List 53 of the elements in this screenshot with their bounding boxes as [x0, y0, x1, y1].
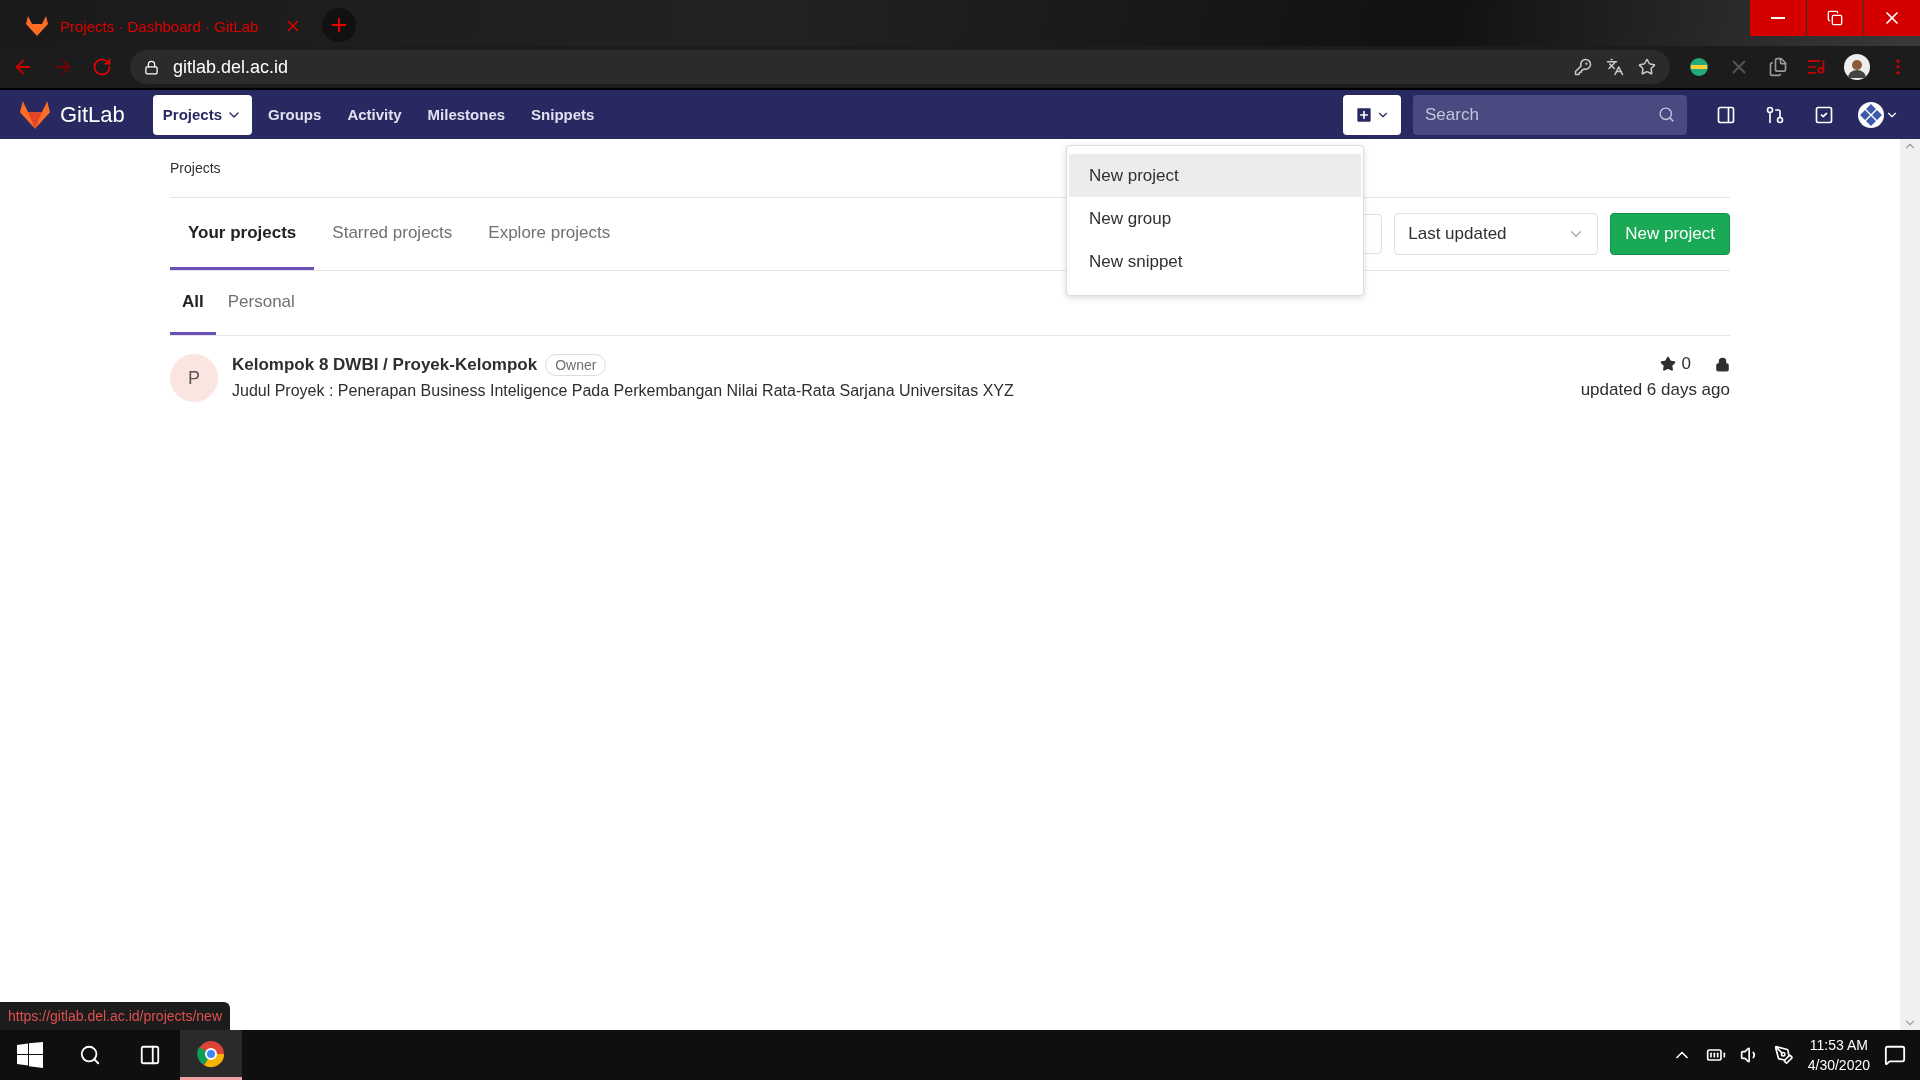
- translate-icon[interactable]: [1606, 58, 1624, 76]
- status-url: https://gitlab.del.ac.id/projects/new: [0, 1002, 230, 1030]
- projects-tab[interactable]: Starred projects: [314, 198, 471, 270]
- breadcrumb[interactable]: Projects: [170, 160, 221, 176]
- nav-link[interactable]: Milestones: [417, 94, 516, 135]
- nav-link[interactable]: Projects: [152, 94, 253, 135]
- star-count: 0: [1681, 354, 1691, 374]
- filter-tab[interactable]: All: [170, 271, 216, 335]
- panel-icon: [1715, 104, 1736, 125]
- clock-date: 4/30/2020: [1807, 1056, 1870, 1075]
- updated-time: updated 6 days ago: [1580, 380, 1730, 400]
- task-view-icon: [139, 1044, 161, 1066]
- project-name[interactable]: Kelompok 8 DWBI / Proyek-Kelompok: [232, 355, 538, 375]
- fox-logo-icon[interactable]: [20, 100, 50, 129]
- nav-link[interactable]: Activity: [337, 94, 412, 135]
- playlist-icon[interactable]: [1806, 57, 1826, 77]
- filter-tab[interactable]: Personal: [215, 271, 307, 335]
- browser-taskbar-button[interactable]: [180, 1030, 242, 1080]
- projects-tab[interactable]: Explore projects: [470, 198, 629, 270]
- tab-title: Projects · Dashboard · GitLab: [60, 17, 260, 35]
- windows-logo-icon: [17, 1042, 43, 1068]
- project-avatar: P: [170, 354, 218, 402]
- fox-logo-icon: [26, 16, 48, 36]
- new-dropdown-button[interactable]: [1343, 94, 1401, 135]
- pen-icon[interactable]: [1773, 1045, 1794, 1065]
- search-field[interactable]: Search: [1413, 94, 1687, 135]
- star-icon: [1659, 356, 1676, 372]
- restore-button[interactable]: [1807, 0, 1863, 36]
- star-icon[interactable]: [1638, 58, 1656, 76]
- checkbox-icon: [1813, 104, 1834, 125]
- clock-time: 11:53 AM: [1809, 1036, 1868, 1055]
- nav-link[interactable]: Snippets: [521, 94, 605, 135]
- brand-name[interactable]: GitLab: [60, 101, 125, 128]
- notification-icon[interactable]: [1884, 1044, 1906, 1066]
- project-description: Judul Proyek : Penerapan Business Inteligence Pada Perkembangan Nilai Rata-Rata Sarjana Universitas XYZ: [232, 382, 1015, 400]
- new-tab-button[interactable]: [322, 8, 356, 42]
- search-icon: [1658, 105, 1675, 123]
- sort-dropdown[interactable]: Last updated: [1394, 213, 1599, 255]
- restore-icon: [1827, 10, 1843, 26]
- menu-item[interactable]: New project: [1069, 154, 1361, 197]
- browser-logo-icon: [196, 1038, 226, 1069]
- nav-link[interactable]: Groups: [258, 94, 332, 135]
- key-icon[interactable]: [1574, 58, 1592, 76]
- reload-icon[interactable]: [92, 57, 112, 77]
- close-button[interactable]: [1864, 0, 1920, 36]
- projects-tab[interactable]: Your projects: [170, 198, 315, 270]
- lock-icon: [144, 59, 159, 75]
- minimize-icon: [1771, 17, 1785, 19]
- documents-icon[interactable]: [1768, 57, 1788, 77]
- clock[interactable]: 11:53 AM 4/30/2020: [1807, 1035, 1870, 1075]
- address-bar[interactable]: gitlab.del.ac.id: [130, 50, 1670, 84]
- search-icon: [79, 1044, 101, 1066]
- merge-request-icon: [1764, 104, 1785, 125]
